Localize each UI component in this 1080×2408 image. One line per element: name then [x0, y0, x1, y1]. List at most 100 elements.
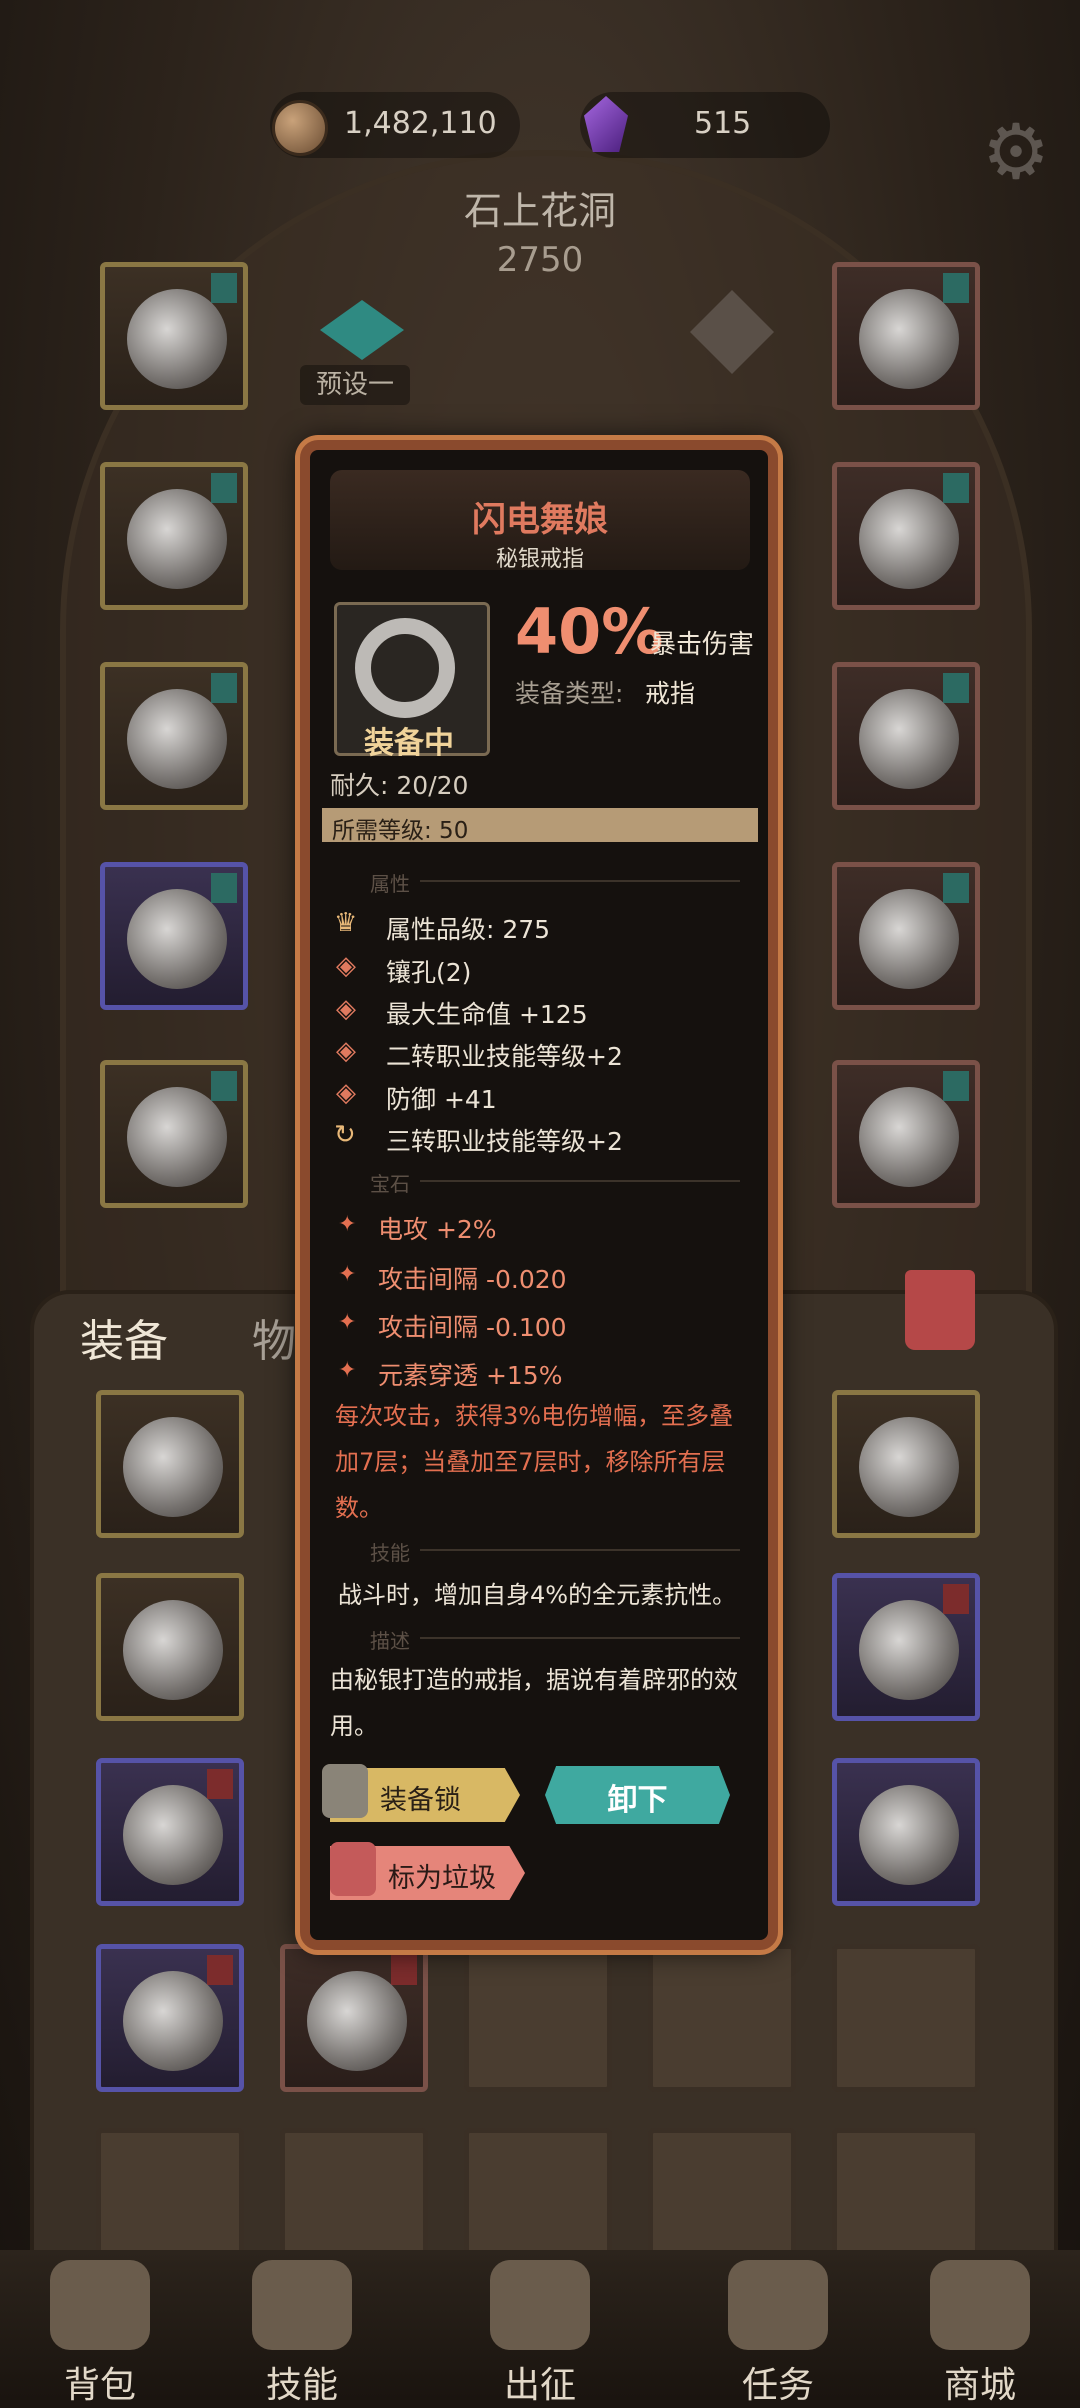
stat-icon: ◈: [336, 1036, 356, 1066]
dress-icon: [127, 489, 227, 589]
pendant-icon: [307, 1971, 407, 2071]
hat-icon: [127, 289, 227, 389]
equip-slot-pants[interactable]: [100, 862, 248, 1010]
amulet-icon: [859, 289, 959, 389]
equip-slot-ring[interactable]: [832, 662, 980, 810]
wings-icon: [859, 1600, 959, 1700]
quest-scroll-icon: [728, 2260, 828, 2350]
quality-tag: [391, 1955, 417, 1985]
inventory-slot[interactable]: [96, 1944, 244, 2092]
item-name: 闪电舞娘: [472, 500, 608, 540]
preset-button[interactable]: 预设一: [300, 365, 410, 405]
main-stat-label: 暴击伤害: [650, 630, 755, 660]
necklace-icon: [859, 1417, 959, 1517]
quality-tag: [207, 1769, 233, 1799]
gem-bullet-icon: ✦: [338, 1212, 357, 1237]
gem-bullet-icon: ✦: [338, 1262, 357, 1287]
location-name: 石上花洞: [463, 189, 616, 233]
gem-bullet-icon: ✦: [338, 1358, 357, 1383]
quality-tag: [207, 1955, 233, 1985]
socket-icon: ◈: [336, 951, 356, 981]
divider: [420, 1180, 740, 1182]
gem-value: 515: [694, 106, 752, 141]
equip-slot-gloves[interactable]: [832, 462, 980, 610]
quality-tag: [943, 673, 969, 703]
bracelet-icon: [859, 1785, 959, 1885]
gem-bullet-icon: ✦: [338, 1310, 357, 1335]
quality-tag: [211, 873, 237, 903]
inventory-slot[interactable]: [832, 1573, 980, 1721]
inventory-slot[interactable]: [96, 1390, 244, 1538]
equip-slot-amulet[interactable]: [832, 262, 980, 410]
stat-icon: ◈: [336, 994, 356, 1024]
main-stat-value: 40%: [515, 595, 664, 668]
quality-tag: [943, 473, 969, 503]
unequip-label: 卸下: [607, 1783, 668, 1818]
inventory-slot[interactable]: [96, 1758, 244, 1906]
attribute-row: 二转职业技能等级+2: [386, 1042, 623, 1071]
coin-icon: [272, 100, 328, 156]
equipped-label: 装备中: [364, 726, 454, 761]
nav-quests[interactable]: 任务: [698, 2250, 858, 2406]
inventory-slot-empty[interactable]: [648, 1944, 796, 2092]
type-label: 装备类型:: [515, 679, 624, 708]
ring-icon: [859, 689, 959, 789]
inventory-slot[interactable]: [832, 1758, 980, 1906]
equipment-lock-label: 装备锁: [380, 1785, 461, 1816]
equip-slot-helmet[interactable]: [100, 262, 248, 410]
quality-tag: [211, 473, 237, 503]
nav-expedition[interactable]: 出征: [460, 2250, 620, 2406]
attribute-row: 镶孔(2): [386, 958, 472, 987]
mark-junk-label: 标为垃圾: [388, 1863, 496, 1894]
inventory-slot-empty[interactable]: [464, 1944, 612, 2092]
divider: [420, 1549, 740, 1551]
type-value: 戒指: [645, 679, 696, 708]
pants-icon: [123, 1785, 223, 1885]
nav-shop[interactable]: 商城: [900, 2250, 1060, 2406]
boots-icon: [127, 1087, 227, 1187]
section-skill: 技能: [370, 1541, 410, 1565]
nav-label: 背包: [63, 2365, 136, 2406]
divider: [420, 880, 740, 882]
quality-tag: [943, 273, 969, 303]
attribute-row: 三转职业技能等级+2: [386, 1127, 623, 1156]
durability-value: 20/20: [396, 771, 469, 800]
quality-tag: [211, 273, 237, 303]
gem-row: 攻击间隔 -0.100: [378, 1313, 567, 1342]
settings-gear-icon[interactable]: ⚙: [976, 112, 1056, 192]
trash-icon[interactable]: [905, 1270, 975, 1350]
equip-slot-weapon[interactable]: [832, 862, 980, 1010]
inventory-slot-empty[interactable]: [832, 1944, 980, 2092]
quality-tag: [943, 873, 969, 903]
equip-slot-book[interactable]: [832, 1060, 980, 1208]
book-icon: [123, 1417, 223, 1517]
book-icon: [859, 1087, 959, 1187]
inventory-slot[interactable]: [832, 1390, 980, 1538]
stat-icon: ◈: [336, 1078, 356, 1108]
quality-tag: [943, 1584, 969, 1614]
wings-icon: [127, 689, 227, 789]
inventory-slot[interactable]: [96, 1573, 244, 1721]
lantern-icon: [330, 1842, 376, 1896]
nav-label: 出征: [503, 2365, 576, 2406]
equip-slot-boots[interactable]: [100, 1060, 248, 1208]
nav-backpack[interactable]: 背包: [20, 2250, 180, 2406]
effect-text: 每次攻击，获得3%电伤增幅，至多叠加7层；当叠加至7层时，移除所有层数。: [335, 1402, 734, 1522]
glove-icon: [123, 1600, 223, 1700]
location-level: 2750: [496, 240, 584, 280]
gold-value: 1,482,110: [344, 106, 497, 141]
equip-slot-wings[interactable]: [100, 662, 248, 810]
shop-crown-icon: [930, 2260, 1030, 2350]
tab-equipment[interactable]: 装备: [80, 1305, 168, 1369]
attribute-row: 属性品级: 275: [386, 915, 551, 944]
nav-label: 技能: [265, 2365, 338, 2406]
gem-row: 电攻 +2%: [378, 1215, 497, 1244]
item-subtitle: 秘银戒指: [495, 547, 584, 572]
section-gems: 宝石: [370, 1172, 410, 1196]
equip-slot-armor[interactable]: [100, 462, 248, 610]
durability-label: 耐久:: [330, 771, 389, 800]
section-description: 描述: [370, 1629, 410, 1653]
inventory-slot[interactable]: [280, 1944, 428, 2092]
nav-skills[interactable]: 技能: [222, 2250, 382, 2406]
skill-book-icon: [252, 2260, 352, 2350]
